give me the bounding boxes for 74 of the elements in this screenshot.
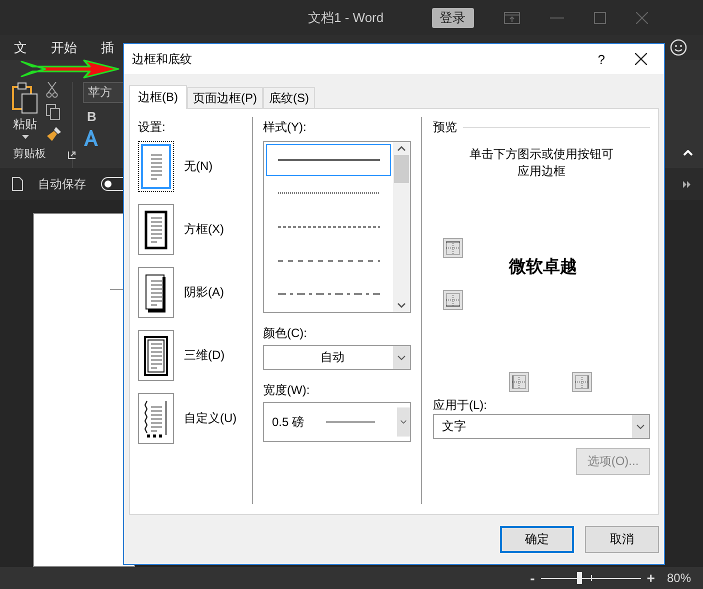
ribbon-tab[interactable]: 开始 bbox=[51, 38, 77, 56]
dialog-tab[interactable]: 边框(B) bbox=[129, 85, 187, 109]
ribbon-display-icon[interactable] bbox=[504, 12, 520, 24]
copy-icon[interactable] bbox=[46, 104, 60, 120]
color-dropdown[interactable]: 自动 bbox=[263, 345, 411, 370]
paste-icon[interactable] bbox=[12, 82, 38, 114]
setting-label: 阴影(A) bbox=[184, 284, 224, 301]
sign-in-button[interactable]: 登录 bbox=[432, 8, 474, 28]
width-label: 宽度(W): bbox=[263, 382, 311, 399]
dialog-tab[interactable]: 底纹(S) bbox=[263, 87, 315, 108]
line-style-option[interactable] bbox=[278, 226, 380, 228]
preview-hint: 单击下方图示或使用按钮可应用边框 bbox=[468, 146, 614, 180]
border-toggle-button[interactable] bbox=[443, 238, 463, 258]
minimize-icon[interactable] bbox=[550, 16, 564, 18]
border-setting-button[interactable] bbox=[138, 330, 174, 381]
border-setting-button[interactable] bbox=[138, 393, 174, 444]
more-icon[interactable] bbox=[683, 180, 691, 188]
setting-label: 自定义(U) bbox=[184, 410, 237, 427]
format-painter-icon[interactable] bbox=[46, 126, 62, 142]
page-border-icon bbox=[144, 210, 168, 250]
window-title: 文档1 - Word bbox=[308, 8, 384, 26]
zoom-out-button[interactable]: - bbox=[530, 570, 535, 586]
dialog-title: 边框和底纹 bbox=[132, 50, 192, 68]
help-button[interactable]: ? bbox=[598, 52, 605, 66]
line-style-option[interactable] bbox=[278, 260, 380, 262]
ribbon-tab[interactable]: 插 bbox=[101, 38, 114, 56]
chevron-up-icon[interactable] bbox=[397, 146, 406, 151]
border-setting-button[interactable] bbox=[138, 141, 174, 192]
line-sample bbox=[326, 421, 375, 423]
cancel-button[interactable]: 取消 bbox=[585, 526, 659, 553]
chevron-down-icon[interactable] bbox=[393, 346, 410, 369]
preview-label: 预览 bbox=[433, 119, 457, 136]
color-label: 颜色(C): bbox=[263, 325, 308, 342]
ok-button[interactable]: 确定 bbox=[500, 526, 574, 553]
smiley-icon[interactable] bbox=[670, 39, 687, 56]
settings-label: 设置: bbox=[138, 119, 166, 136]
border-setting-button[interactable] bbox=[138, 267, 174, 318]
scrollbar-thumb[interactable] bbox=[394, 155, 409, 183]
border-toggle-button[interactable] bbox=[509, 372, 529, 392]
toggle-switch[interactable] bbox=[101, 177, 125, 191]
setting-label: 方框(X) bbox=[184, 221, 224, 238]
caret-icon[interactable] bbox=[22, 135, 28, 139]
page-border-icon bbox=[144, 398, 168, 438]
maximize-icon[interactable] bbox=[594, 12, 606, 24]
dialog-tab[interactable]: 页面边框(P) bbox=[187, 87, 263, 108]
border-toggle-button[interactable] bbox=[572, 372, 592, 392]
line-style-option[interactable] bbox=[278, 293, 380, 296]
apply-to-label: 应用于(L): bbox=[433, 397, 488, 414]
document-icon[interactable] bbox=[12, 177, 23, 191]
close-icon[interactable] bbox=[635, 53, 647, 65]
paste-label[interactable]: 粘贴 bbox=[13, 116, 37, 133]
style-label: 样式(Y): bbox=[263, 119, 308, 136]
border-setting-button[interactable] bbox=[138, 204, 174, 255]
group-label: 剪贴板 bbox=[13, 146, 46, 161]
scrollbar[interactable] bbox=[393, 142, 410, 312]
border-toggle-button[interactable] bbox=[443, 290, 463, 310]
zoom-level: 80% bbox=[666, 571, 691, 585]
page-border-icon bbox=[144, 272, 168, 312]
width-dropdown[interactable]: 0.5 磅 bbox=[263, 402, 411, 442]
dialog-launcher-icon[interactable] bbox=[68, 151, 76, 159]
preview-sample-text: 微软卓越 bbox=[509, 256, 577, 278]
autosave-label: 自动保存 bbox=[38, 176, 86, 192]
page-border-icon bbox=[144, 336, 168, 376]
zoom-in-button[interactable]: + bbox=[646, 570, 655, 586]
apply-to-dropdown[interactable]: 文字 bbox=[433, 414, 650, 439]
chevron-down-icon[interactable] bbox=[397, 303, 406, 308]
setting-label: 三维(D) bbox=[184, 347, 225, 364]
scissors-icon[interactable] bbox=[46, 82, 58, 98]
chevron-down-icon[interactable] bbox=[632, 415, 649, 438]
line-style-option[interactable] bbox=[278, 158, 380, 161]
font-color-icon[interactable] bbox=[83, 130, 99, 146]
line-style-option[interactable] bbox=[278, 192, 380, 194]
ribbon-tab[interactable]: 文 bbox=[14, 38, 27, 56]
setting-label: 无(N) bbox=[184, 158, 213, 175]
